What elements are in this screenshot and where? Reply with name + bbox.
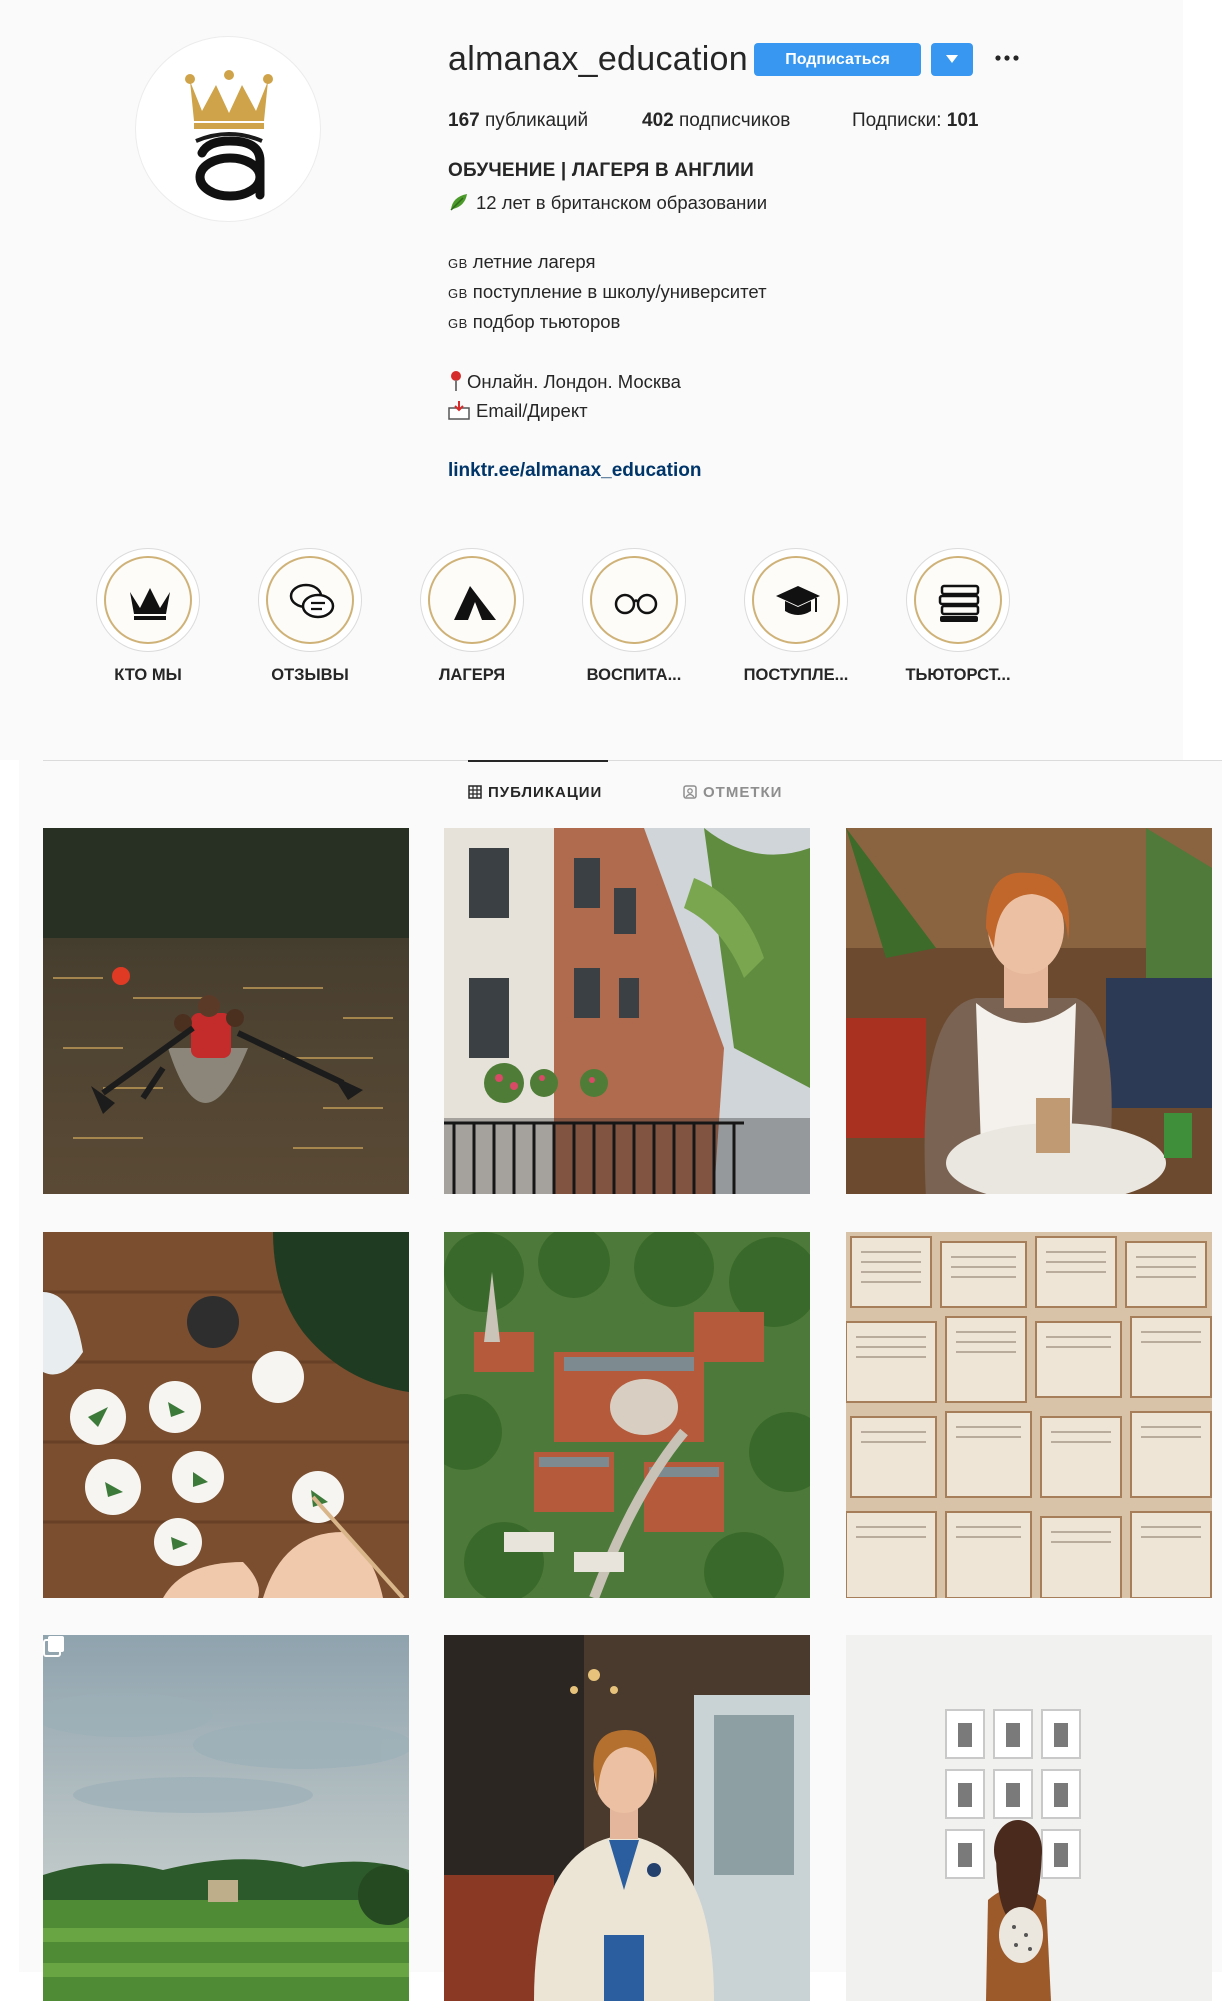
books-icon — [938, 584, 980, 622]
caret-down-icon — [946, 55, 958, 63]
botanical-craft-photo — [43, 1232, 409, 1598]
post-tile-woman-blazer[interactable] — [444, 1635, 810, 2001]
ellipsis-icon — [995, 55, 1019, 61]
bio-service-camps: GB летние лагеря — [448, 251, 596, 272]
highlight-label: ВОСПИТА... — [586, 666, 682, 684]
grid-icon — [468, 785, 482, 799]
highlight-label: ТЬЮТОРСТ... — [905, 666, 1011, 684]
follow-button[interactable]: Подписаться — [754, 43, 921, 76]
followers-stat[interactable]: 402 подписчиков — [642, 110, 790, 132]
following-label: Подписки: — [852, 110, 942, 131]
post-tile-gallery[interactable] — [846, 1635, 1212, 2001]
multiple-photos-icon — [43, 1636, 64, 1657]
highlight-label: ПОСТУПЛЕ... — [743, 666, 849, 684]
posts-count-stat: 167 публикаций — [448, 110, 588, 132]
post-tile-park-lawn[interactable] — [43, 1635, 409, 2001]
post-tile-botanical[interactable] — [43, 1232, 409, 1598]
tagged-person-icon — [683, 785, 697, 799]
username: almanax_education — [448, 40, 748, 78]
posts-label: публикаций — [484, 110, 589, 131]
woman-in-cafe-photo — [846, 828, 1212, 1194]
inbox-tray-icon — [448, 401, 470, 420]
highlight-ring — [906, 548, 1010, 652]
highlight-label: ОТЗЫВЫ — [271, 666, 349, 684]
bio-external-link[interactable]: linktr.ee/almanax_education — [448, 460, 701, 482]
post-tile-aerial-campus[interactable] — [444, 1232, 810, 1598]
post-tile-london-street[interactable] — [444, 828, 810, 1194]
gb-flag-icon: GB — [448, 256, 468, 271]
tab-tagged[interactable]: ОТМЕТКИ — [683, 784, 782, 801]
leaf-icon — [450, 194, 467, 211]
profile-avatar[interactable] — [135, 36, 321, 222]
aerial-school-campus-photo — [444, 1232, 810, 1598]
highlight-ring — [258, 548, 362, 652]
posts-count: 167 — [448, 110, 480, 131]
pushpin-icon — [451, 371, 461, 391]
gallery-visitor-photo — [846, 1635, 1212, 2001]
active-tab-indicator — [468, 760, 608, 762]
post-tile-canoe[interactable] — [43, 828, 409, 1194]
glasses-icon — [614, 593, 658, 615]
open-books-photo — [846, 1232, 1212, 1598]
chat-bubbles-icon — [289, 583, 335, 619]
followers-count: 402 — [642, 110, 674, 131]
park-lawn-landscape-photo — [43, 1635, 409, 2001]
crown-icon — [130, 588, 170, 620]
bio-name: ОБУЧЕНИЕ | ЛАГЕРЯ В АНГЛИИ — [448, 160, 754, 181]
highlight-ring — [744, 548, 848, 652]
bio-line-experience: 12 лет в британском образовании — [448, 191, 767, 214]
bio-location: Онлайн. Лондон. Москва — [448, 370, 681, 393]
tent-icon — [454, 586, 496, 620]
more-options-button[interactable] — [992, 46, 1022, 70]
bio-service-admission: GB поступление в школу/университет — [448, 281, 767, 302]
tabs-divider — [43, 760, 1222, 761]
highlight-label: ЛАГЕРЯ — [438, 666, 506, 684]
followers-label: подписчиков — [678, 110, 791, 131]
highlight-ring — [582, 548, 686, 652]
bio-contact: Email/Директ — [448, 400, 588, 422]
graduation-cap-icon — [776, 586, 820, 615]
woman-in-blazer-photo — [444, 1635, 810, 2001]
post-tile-woman-cafe[interactable] — [846, 828, 1212, 1194]
highlight-ring — [96, 548, 200, 652]
gb-flag-icon: GB — [448, 286, 468, 301]
bio-service-tutors: GB подбор тьюторов — [448, 311, 621, 332]
following-count: 101 — [946, 110, 979, 131]
following-stat[interactable]: Подписки: 101 — [852, 110, 978, 132]
london-street-photo — [444, 828, 810, 1194]
canoe-on-lake-photo — [43, 828, 409, 1194]
gb-flag-icon: GB — [448, 316, 468, 331]
suggestions-dropdown-button[interactable] — [931, 43, 973, 76]
post-tile-open-books[interactable] — [846, 1232, 1212, 1598]
highlight-label: КТО МЫ — [114, 666, 182, 684]
tab-posts[interactable]: ПУБЛИКАЦИИ — [468, 784, 602, 801]
highlight-ring — [420, 548, 524, 652]
almanax-logo — [185, 70, 273, 201]
